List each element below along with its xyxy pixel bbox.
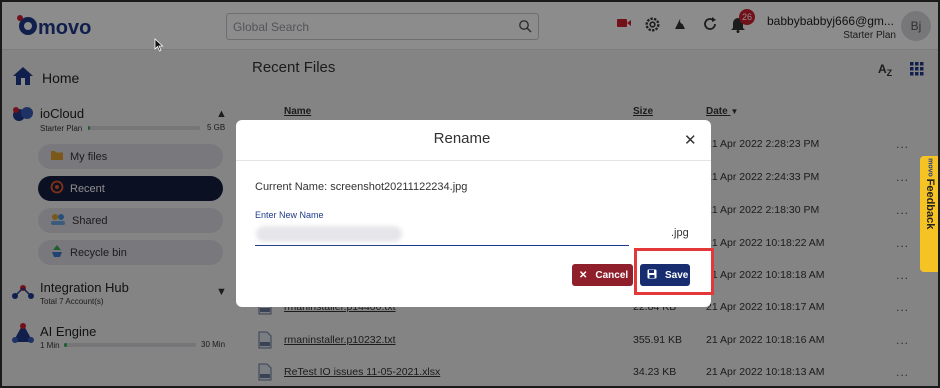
new-name-label: Enter New Name <box>255 210 324 220</box>
mouse-cursor-icon <box>154 38 164 57</box>
divider <box>236 160 711 161</box>
blurred-name-value <box>256 226 402 242</box>
save-highlight-box <box>634 248 714 295</box>
close-icon: ✕ <box>579 269 588 281</box>
file-extension: .jpg <box>671 227 689 239</box>
feedback-tab[interactable]: movo Feedback <box>920 156 938 272</box>
feedback-label: Feedback <box>924 178 936 230</box>
current-name-text: Current Name: screenshot20211122234.jpg <box>255 181 468 193</box>
cancel-button[interactable]: ✕ Cancel <box>572 264 633 286</box>
dialog-title: Rename <box>433 130 491 147</box>
close-icon[interactable]: ✕ <box>684 131 697 149</box>
app-window: movo Global Search 26 babbybabbyj666@gm.… <box>0 0 940 388</box>
cancel-label: Cancel <box>595 269 629 281</box>
